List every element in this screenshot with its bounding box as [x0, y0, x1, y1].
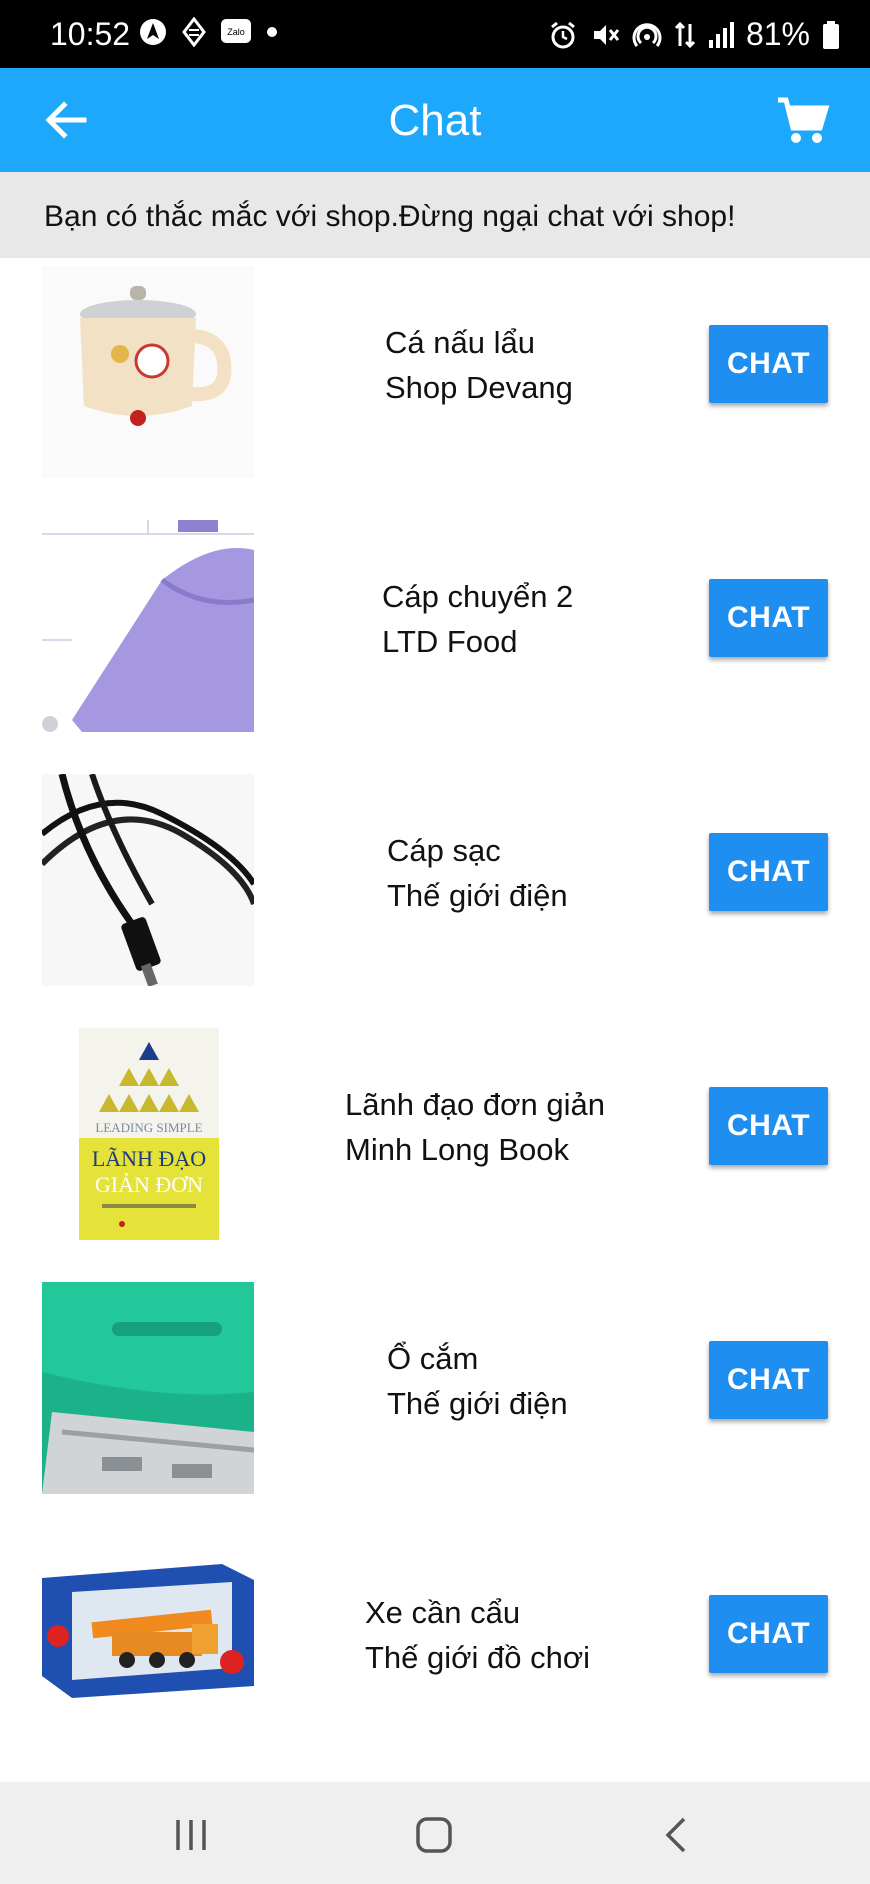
recent-apps-button[interactable] — [166, 1810, 216, 1860]
system-nav-bar — [0, 1782, 870, 1884]
navigation-icon — [140, 19, 166, 45]
chat-button[interactable]: CHAT — [709, 1595, 828, 1673]
chat-list: Cá nấu lẩu Shop Devang CHAT Cáp chuyển 2… — [0, 258, 870, 1782]
list-item: Cáp sạc Thế giới điện CHAT — [0, 766, 870, 1020]
home-button[interactable] — [409, 1810, 459, 1860]
product-name: Cá nấu lẩu — [385, 325, 535, 360]
product-name: Cáp chuyển 2 — [382, 579, 574, 614]
mute-icon — [593, 24, 620, 45]
app-bar: Chat — [0, 68, 870, 172]
green-usb-image — [42, 1282, 254, 1494]
signal-icon — [708, 21, 734, 48]
alarm-icon — [551, 21, 575, 48]
chat-button[interactable]: CHAT — [709, 833, 828, 911]
status-time: 10:52 — [50, 16, 131, 52]
chat-button[interactable]: CHAT — [709, 579, 828, 657]
data-saver-icon — [182, 17, 206, 47]
product-name: Ổ cắm — [387, 1341, 479, 1376]
black-cable-image — [42, 774, 254, 986]
hotspot-icon — [632, 22, 662, 47]
shop-name: Minh Long Book — [345, 1132, 570, 1167]
book-title-line2: GIẢN ĐƠN — [95, 1172, 203, 1197]
book-top-text: LEADING SIMPLE — [95, 1120, 202, 1135]
status-left-icons: Zalo — [138, 17, 278, 47]
book-title-line1: LÃNH ĐẠO — [92, 1146, 206, 1171]
dot-icon — [267, 27, 277, 37]
system-back-button[interactable] — [652, 1810, 702, 1860]
toy-crane-image — [42, 1536, 254, 1748]
list-item: Ổ cắm Thế giới điện CHAT — [0, 1274, 870, 1528]
purple-adapter-image — [42, 520, 254, 732]
battery-percentage: 81% — [745, 16, 810, 52]
product-name: Cáp sạc — [387, 833, 501, 868]
shop-name: Thế giới điện — [387, 878, 568, 913]
data-icon — [674, 21, 696, 48]
recent-apps-icon — [176, 1820, 206, 1850]
page-title: Chat — [388, 96, 482, 145]
home-icon — [416, 1817, 452, 1853]
chat-info: Ổ cắm Thế giới điện — [387, 1336, 568, 1426]
chat-info: Cá nấu lẩu Shop Devang — [385, 320, 573, 410]
chat-button[interactable]: CHAT — [709, 325, 828, 403]
list-item: Cáp chuyển 2 LTD Food CHAT — [0, 512, 870, 766]
battery-icon — [823, 20, 839, 49]
status-bar: 10:52 Zalo 81% — [0, 0, 870, 68]
status-right: 81% — [548, 16, 840, 53]
arrow-left-icon — [45, 101, 87, 139]
chat-button[interactable]: CHAT — [709, 1087, 828, 1165]
chat-info: Xe cần cẩu Thế giới đồ chơi — [365, 1590, 590, 1680]
list-item: LEADING SIMPLE LÃNH ĐẠO GIẢN ĐƠN Lãnh đạ… — [0, 1020, 870, 1274]
zalo-icon: Zalo — [221, 19, 251, 43]
notice-banner: Bạn có thắc mắc với shop.Đừng ngại chat … — [0, 172, 870, 258]
shop-name: Thế giới đồ chơi — [365, 1640, 591, 1675]
cart-button[interactable] — [774, 92, 830, 148]
product-name: Xe cần cẩu — [365, 1595, 521, 1630]
product-name: Lãnh đạo đơn giản — [345, 1087, 605, 1122]
shop-name: Thế giới điện — [387, 1386, 568, 1421]
chat-info: Lãnh đạo đơn giản Minh Long Book — [345, 1082, 605, 1172]
chat-info: Cáp chuyển 2 LTD Food — [382, 574, 573, 664]
chat-info: Cáp sạc Thế giới điện — [387, 828, 568, 918]
shop-name: Shop Devang — [385, 370, 573, 405]
back-button[interactable] — [40, 94, 92, 146]
book-cover-image: LEADING SIMPLE LÃNH ĐẠO GIẢN ĐƠN — [42, 1028, 254, 1240]
svg-text:Zalo: Zalo — [227, 27, 245, 37]
shopping-cart-icon — [778, 97, 830, 143]
back-icon — [665, 1817, 686, 1853]
pot-image — [42, 266, 254, 478]
list-item: Cá nấu lẩu Shop Devang CHAT — [0, 258, 870, 512]
chat-button[interactable]: CHAT — [709, 1341, 828, 1419]
list-item: Xe cần cẩu Thế giới đồ chơi CHAT — [0, 1528, 870, 1782]
shop-name: LTD Food — [382, 624, 518, 659]
